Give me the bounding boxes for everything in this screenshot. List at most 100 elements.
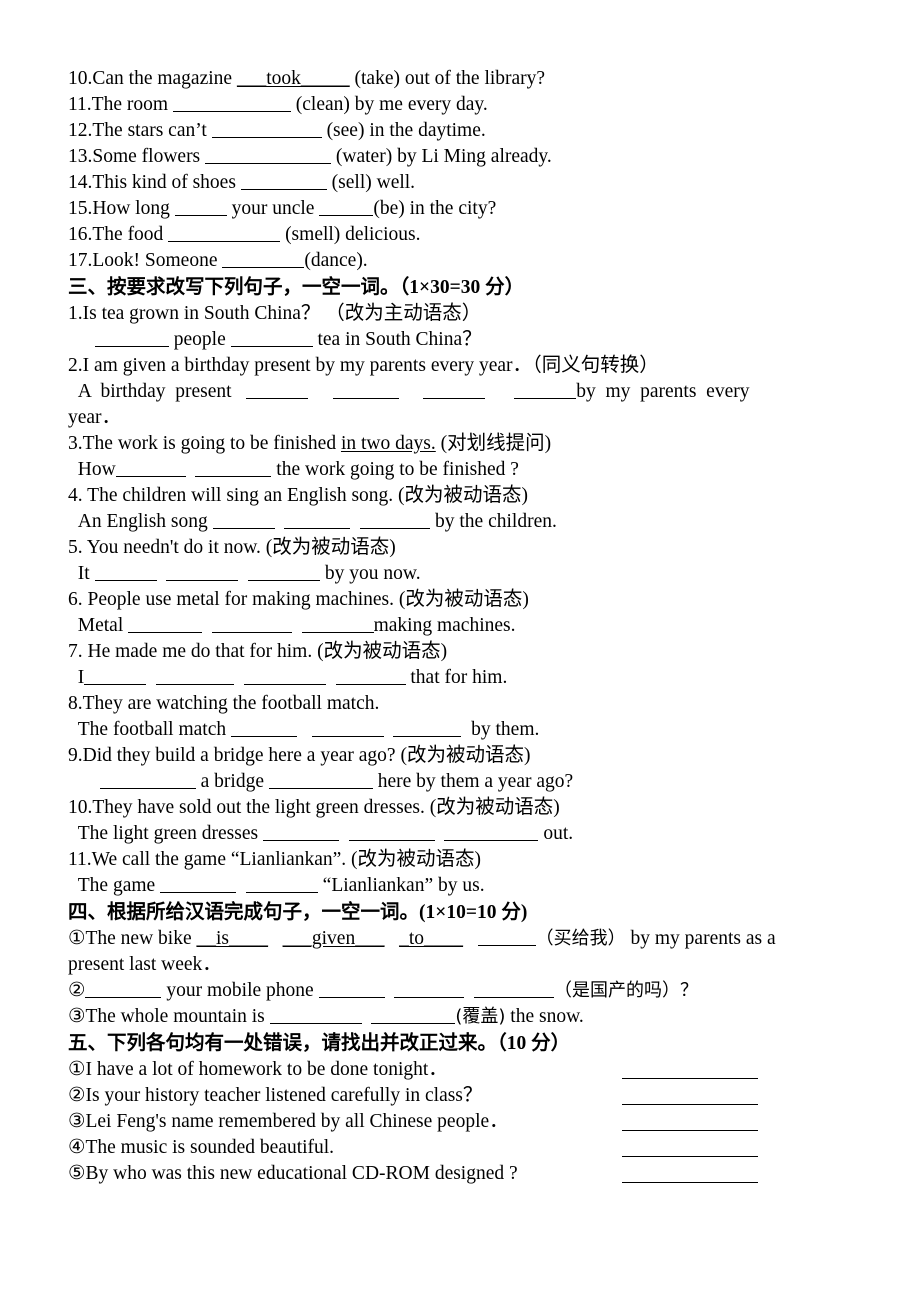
item-text: your uncle <box>226 198 320 219</box>
answer-blank[interactable] <box>371 1004 456 1024</box>
item-text: This kind of shoes <box>92 172 241 193</box>
answer-blank[interactable] <box>319 196 374 216</box>
answer-blank[interactable] <box>514 379 577 399</box>
answer-blank[interactable] <box>211 118 322 138</box>
q3-11-prompt: 11.We call the game “Lianliankan”. (改为被动… <box>68 847 868 873</box>
answer-blank[interactable] <box>205 144 332 164</box>
q5-5: ⑤By who was this new educational CD-ROM … <box>68 1161 868 1187</box>
answer-blank[interactable] <box>240 170 327 190</box>
answer-blank[interactable] <box>166 561 239 581</box>
worksheet-page: 10.Can the magazine ___took_____ (take) … <box>0 0 920 1302</box>
q3-6-prompt: 6. People use metal for making machines.… <box>68 587 868 613</box>
item-text: here by them a year ago? <box>372 771 574 792</box>
item-text: An English song <box>68 511 213 532</box>
item-number: 14. <box>68 172 93 193</box>
correction-blank[interactable] <box>622 1182 758 1183</box>
answer-blank[interactable] <box>160 873 237 893</box>
answer-blank[interactable] <box>422 379 485 399</box>
answer-blank[interactable] <box>99 769 196 789</box>
item-text: The light green dresses <box>68 823 263 844</box>
answer-blank[interactable] <box>212 509 275 529</box>
item-number: 1. <box>68 303 83 324</box>
section-5-score: （10 分） <box>497 1033 571 1054</box>
answer-blank[interactable] <box>248 561 321 581</box>
item-number: 11. <box>68 849 92 870</box>
answer-blank[interactable] <box>393 717 462 737</box>
correction-blank[interactable] <box>622 1130 758 1131</box>
item-text: The work is going to be finished <box>82 433 341 454</box>
item-number: 11. <box>68 94 92 115</box>
item-text: by you now. <box>320 563 421 584</box>
answer-blank[interactable] <box>195 457 272 477</box>
answer-blank[interactable] <box>246 379 309 399</box>
answer-blank[interactable] <box>318 978 385 998</box>
item-text: (dance). <box>304 250 368 271</box>
answer-blank[interactable] <box>444 821 539 841</box>
answer-blank[interactable] <box>85 978 162 998</box>
answer-blank[interactable] <box>301 613 374 633</box>
answer-blank[interactable] <box>243 665 326 685</box>
answer-blank[interactable] <box>332 379 399 399</box>
answer-blank[interactable] <box>128 613 203 633</box>
item-text: the snow. <box>505 1006 584 1027</box>
item-text: The game <box>68 875 161 896</box>
item-text: (see) in the daytime. <box>321 120 486 141</box>
answer-blank[interactable] <box>348 821 435 841</box>
answer-blank[interactable] <box>474 978 555 998</box>
item-text: Lei Feng's name remembered by all Chines… <box>85 1111 509 1132</box>
answer-blank[interactable] <box>268 769 373 789</box>
answer-blank[interactable] <box>269 1004 362 1024</box>
answer-blank[interactable] <box>115 457 186 477</box>
answer-blank[interactable] <box>211 613 292 633</box>
answer-blank[interactable] <box>360 509 431 529</box>
section-4-title: 四、根据所给汉语完成句子，一空一词。 <box>68 901 420 923</box>
answer-blank[interactable] <box>168 222 281 242</box>
item-number: 15. <box>68 198 93 219</box>
q3-9-prompt: 9.Did they build a bridge here a year ag… <box>68 743 868 769</box>
answer-blank[interactable] <box>222 248 305 268</box>
q3-7-answer: I that for him. <box>68 665 868 691</box>
answer-blank[interactable] <box>262 821 339 841</box>
answer-blank[interactable] <box>245 873 318 893</box>
section3-items: 1.Is tea grown in South China？ （改为主动语态） … <box>68 301 868 899</box>
correction-blank[interactable] <box>622 1104 758 1105</box>
item-text: A birthday present <box>68 381 247 402</box>
answer-blank[interactable] <box>335 665 406 685</box>
item-number: ④ <box>68 1137 86 1158</box>
answer-blank[interactable] <box>394 978 465 998</box>
item-text: They are watching the football match. <box>82 693 380 714</box>
exercise-item-13: 13.Some flowers (water) by Li Ming alrea… <box>68 144 868 170</box>
item-number: 7. <box>68 641 83 662</box>
answer-blank[interactable] <box>156 665 234 685</box>
answer-blank[interactable] <box>84 665 147 685</box>
item-text: The whole mountain is <box>85 1006 270 1027</box>
answer-blank[interactable] <box>172 92 291 112</box>
answer-blank[interactable] <box>231 717 297 737</box>
q5-1: ①I have a lot of homework to be done ton… <box>68 1057 868 1083</box>
q3-1-answer: people tea in South China？ <box>68 327 868 353</box>
item-text: The new bike <box>85 928 197 949</box>
answer-blank[interactable] <box>174 196 227 216</box>
worksheet-content: 10.Can the magazine ___took_____ (take) … <box>68 66 868 1187</box>
answer-blank[interactable] <box>230 327 313 347</box>
item-number: 17. <box>68 250 93 271</box>
correction-blank[interactable] <box>622 1156 758 1157</box>
q3-4-prompt: 4. The children will sing an English son… <box>68 483 868 509</box>
item-text: (smell) delicious. <box>280 224 421 245</box>
item-number: 3. <box>68 433 83 454</box>
answer-blank[interactable] <box>284 509 351 529</box>
correction-blank[interactable] <box>622 1078 758 1079</box>
answer-blank[interactable] <box>94 327 169 347</box>
answer-blank[interactable] <box>94 561 157 581</box>
answer-blank[interactable] <box>477 926 536 946</box>
q3-3-prompt: 3.The work is going to be finished in tw… <box>68 431 868 457</box>
answer-blank[interactable] <box>311 717 384 737</box>
